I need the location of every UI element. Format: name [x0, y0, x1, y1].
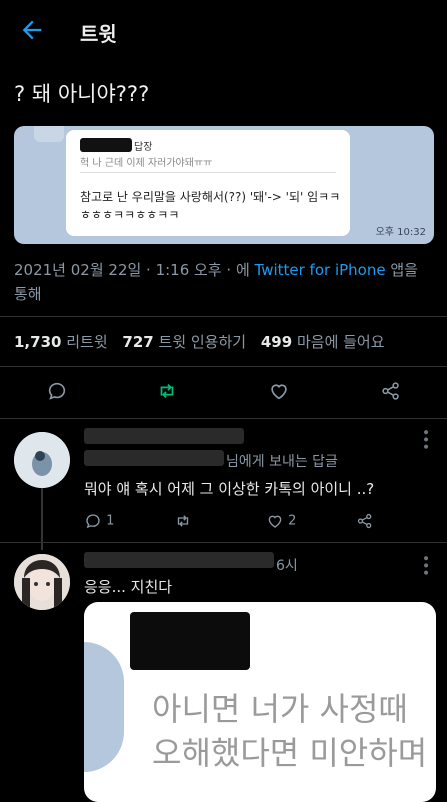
like-label[interactable]: 마음에 들어요 [297, 333, 385, 351]
like-count: 2 [288, 513, 297, 529]
reply-icon [86, 514, 100, 529]
quote-count[interactable]: 727 [122, 333, 153, 351]
reply-image[interactable]: 아니면 너가 사정때 오해했다면 미안하며 [84, 602, 436, 802]
chat-quote: 헉 나 근데 이제 자러가야돼ㅠㅠ [80, 158, 213, 169]
share-icon[interactable] [380, 380, 402, 402]
reply-action-share[interactable] [356, 512, 374, 532]
tweet-meta: 2021년 02월 22일 · 1:16 오후 · 에 Twitter for … [14, 258, 434, 306]
like-icon[interactable] [268, 380, 290, 402]
redacted-name [80, 138, 132, 152]
redacted-name [84, 428, 244, 444]
redacted-name [84, 552, 274, 568]
chat-message: 참고로 난 우리말을 사랑해서(??) '돼'-> '되' 임ㅋㅋㅎㅎㅎㅋㅋㅎㅎ… [80, 190, 341, 222]
retweet-label[interactable]: 리트윗 [66, 333, 107, 351]
avatar[interactable] [14, 432, 70, 488]
tweet-text: ? 돼 아니야??? [14, 82, 150, 106]
redacted-handle [84, 450, 224, 466]
reply-count: 1 [106, 513, 115, 529]
divider [0, 418, 447, 419]
reply-icon[interactable] [46, 380, 68, 402]
chat-time: 오후 10:32 [375, 227, 426, 238]
image-text-line2: 오해했다면 미안하며 [152, 734, 428, 772]
chat-bubble-other [84, 642, 124, 772]
page-title: 트윗 [80, 22, 117, 46]
tweet-stats: 1,730 리트윗 727 트윗 인용하기 499 마음에 들어요 [14, 331, 385, 352]
reply-action-like[interactable]: 2 [266, 512, 296, 532]
tweet-image[interactable]: 답장 헉 나 근데 이제 자러가야돼ㅠㅠ 참고로 난 우리말을 사랑해서(??)… [14, 126, 434, 244]
reply-text: 뭐야 얘 혹시 어제 그 이상한 카톡의 아이니 ..? [84, 480, 375, 498]
avatar-image-icon [14, 554, 70, 610]
more-icon[interactable]: ••• [417, 428, 433, 450]
back-arrow-icon[interactable] [18, 16, 46, 44]
tweet-date: 2021년 02월 22일 · 1:16 오후 · 에 [14, 261, 255, 279]
image-text-line1: 아니면 너가 사정때 [152, 690, 408, 728]
avatar-image-icon [14, 432, 70, 488]
reply-text: 응응... 지친다 [84, 578, 173, 596]
top-bar: 트윗 [0, 0, 447, 62]
like-count[interactable]: 499 [261, 333, 292, 351]
retweet-icon [177, 515, 189, 527]
tweet-actions [0, 372, 447, 412]
share-icon [357, 513, 372, 529]
chat-divider [80, 172, 336, 173]
divider [0, 542, 447, 543]
quote-label[interactable]: 트윗 인용하기 [159, 333, 247, 351]
reply-time: 6시 [276, 558, 298, 574]
retweet-icon[interactable] [156, 380, 178, 402]
chat-bubble: 답장 헉 나 근데 이제 자러가야돼ㅠㅠ 참고로 난 우리말을 사랑해서(??)… [66, 130, 350, 236]
reply-action-retweet[interactable] [174, 512, 192, 532]
avatar[interactable] [14, 554, 70, 610]
divider [0, 316, 447, 317]
source-link[interactable]: Twitter for iPhone [255, 261, 386, 279]
chat-reply-label: 답장 [134, 142, 153, 153]
more-icon[interactable]: ••• [417, 554, 433, 576]
retweet-count[interactable]: 1,730 [14, 333, 61, 351]
like-icon [268, 515, 282, 528]
chat-avatar [34, 126, 64, 142]
reply-to: 님에게 보내는 답글 [226, 454, 338, 470]
divider [0, 366, 447, 367]
reply-action-reply[interactable]: 1 [84, 512, 114, 532]
thread-line [41, 488, 43, 550]
redacted-block [130, 612, 250, 670]
